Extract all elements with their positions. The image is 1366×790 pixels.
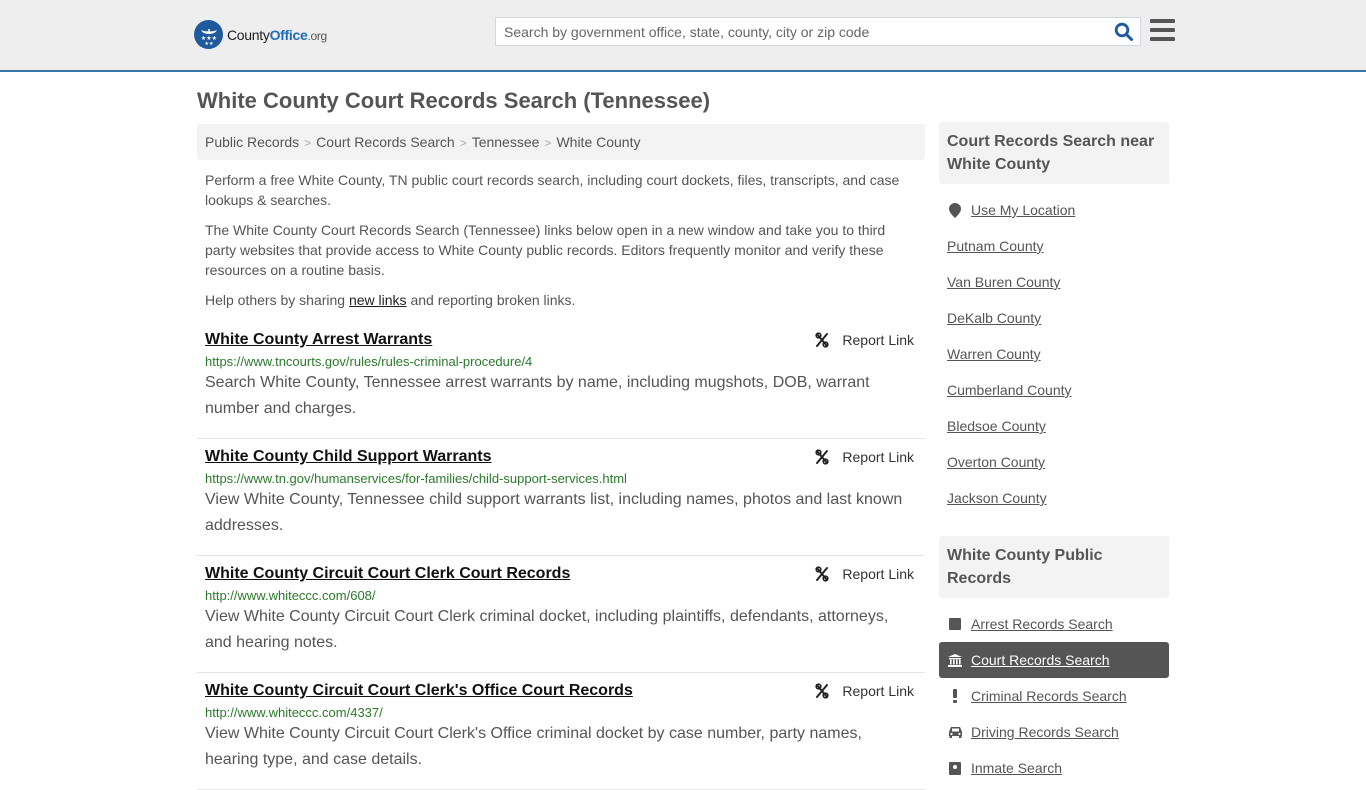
breadcrumb-separator: > <box>544 136 552 150</box>
result-item: White County Circuit Court Clerk Court R… <box>197 556 925 673</box>
nearby-county-link[interactable]: DeKalb County <box>947 310 1041 326</box>
report-link-label: Report Link <box>842 449 914 465</box>
use-my-location-item[interactable]: Use My Location <box>939 192 1169 228</box>
intro-paragraph-3: Help others by sharing new links and rep… <box>205 290 917 310</box>
result-description: View White County Circuit Court Clerk's … <box>205 725 862 768</box>
inmate-search-link[interactable]: Inmate Search <box>971 760 1062 776</box>
report-link-button[interactable]: Report Link <box>814 683 914 699</box>
broken-link-icon <box>815 449 830 465</box>
result-title-link[interactable]: White County Child Support Warrants <box>205 448 492 466</box>
exclamation-icon <box>947 689 963 703</box>
result-url: http://www.whiteccc.com/4337/ <box>205 705 383 720</box>
nearby-county-item[interactable]: Van Buren County <box>939 264 1169 300</box>
search-input[interactable] <box>496 18 1106 45</box>
courthouse-icon <box>947 653 963 667</box>
report-link-label: Report Link <box>842 332 914 348</box>
driving-records-link[interactable]: Driving Records Search <box>971 724 1119 740</box>
public-records-heading: White County Public Records <box>939 536 1169 598</box>
nearby-heading: Court Records Search near White County <box>939 122 1169 184</box>
intro-help-text: Help others by sharing <box>205 292 349 308</box>
report-link-button[interactable]: Report Link <box>814 332 914 348</box>
logo-eagle-icon: ★★★ ★★ <box>194 20 223 49</box>
public-records-item-driving[interactable]: Driving Records Search <box>939 714 1169 750</box>
use-my-location-link[interactable]: Use My Location <box>971 202 1075 218</box>
menu-bar <box>1150 19 1175 23</box>
criminal-records-link[interactable]: Criminal Records Search <box>971 688 1127 704</box>
nearby-county-item[interactable]: Jackson County <box>939 480 1169 516</box>
new-links-link[interactable]: new links <box>349 292 407 308</box>
court-records-link[interactable]: Court Records Search <box>971 652 1110 668</box>
nearby-county-link[interactable]: Overton County <box>947 454 1045 470</box>
public-records-item-arrest[interactable]: Arrest Records Search <box>939 606 1169 642</box>
nearby-county-item[interactable]: Putnam County <box>939 228 1169 264</box>
result-url: https://www.tncourts.gov/rules/rules-cri… <box>205 354 533 369</box>
result-description: View White County, Tennessee child suppo… <box>205 491 903 534</box>
breadcrumb-separator: > <box>459 136 467 150</box>
site-logo[interactable]: ★★★ ★★ CountyOffice.org <box>194 20 327 49</box>
intro-paragraph-2: The White County Court Records Search (T… <box>205 222 886 278</box>
breadcrumb: Public Records > Court Records Search > Tenn… <box>197 124 925 160</box>
intro-text: Perform a free White County, TN public c… <box>205 170 917 320</box>
result-url: https://www.tn.gov/humanservices/for-fam… <box>205 471 627 486</box>
map-marker-icon <box>947 202 963 218</box>
menu-bar <box>1150 28 1175 32</box>
nearby-county-item[interactable]: DeKalb County <box>939 300 1169 336</box>
intro-paragraph-1: Perform a free White County, TN public c… <box>205 172 900 208</box>
broken-link-icon <box>815 683 830 699</box>
breadcrumb-court-records-search[interactable]: Court Records Search <box>316 134 455 150</box>
result-title-link[interactable]: White County Arrest Warrants <box>205 331 432 349</box>
page-title: White County Court Records Search (Tenne… <box>197 88 711 113</box>
result-title-link[interactable]: White County Circuit Court Clerk Court R… <box>205 565 570 583</box>
menu-bar <box>1150 37 1175 41</box>
report-link-label: Report Link <box>842 566 914 582</box>
result-item: White County Circuit Court Clerk's Offic… <box>197 673 925 790</box>
nearby-county-item[interactable]: Cumberland County <box>939 372 1169 408</box>
result-description: Search White County, Tennessee arrest wa… <box>205 374 870 417</box>
public-records-item-inmate[interactable]: Inmate Search <box>939 750 1169 786</box>
public-records-item-criminal[interactable]: Criminal Records Search <box>939 678 1169 714</box>
nearby-county-item[interactable]: Bledsoe County <box>939 408 1169 444</box>
nearby-county-link[interactable]: Cumberland County <box>947 382 1072 398</box>
breadcrumb-tennessee[interactable]: Tennessee <box>472 134 540 150</box>
nearby-county-link[interactable]: Warren County <box>947 346 1041 362</box>
result-item: White County Arrest Warrants https://www… <box>197 322 925 439</box>
nearby-county-link[interactable]: Putnam County <box>947 238 1044 254</box>
nearby-county-link[interactable]: Bledsoe County <box>947 418 1046 434</box>
square-icon <box>947 618 963 630</box>
breadcrumb-public-records[interactable]: Public Records <box>205 134 299 150</box>
svg-text:★★: ★★ <box>204 41 213 46</box>
nearby-county-link[interactable]: Jackson County <box>947 490 1047 506</box>
result-title-link[interactable]: White County Circuit Court Clerk's Offic… <box>205 682 633 700</box>
report-link-button[interactable]: Report Link <box>814 449 914 465</box>
arrest-records-link[interactable]: Arrest Records Search <box>971 616 1113 632</box>
public-records-item-court[interactable]: Court Records Search <box>939 642 1169 678</box>
top-header: ★★★ ★★ CountyOffice.org <box>0 0 1366 72</box>
logo-text: CountyOffice.org <box>227 26 327 43</box>
report-link-label: Report Link <box>842 683 914 699</box>
nearby-county-item[interactable]: Overton County <box>939 444 1169 480</box>
broken-link-icon <box>815 566 830 582</box>
results-list: White County Arrest Warrants https://www… <box>197 322 925 790</box>
intro-help-text-end: and reporting broken links. <box>406 292 576 308</box>
nearby-county-link[interactable]: Van Buren County <box>947 274 1060 290</box>
result-description: View White County Circuit Court Clerk cr… <box>205 608 889 651</box>
nearby-county-item[interactable]: Warren County <box>939 336 1169 372</box>
result-item: White County Child Support Warrants http… <box>197 439 925 556</box>
sidebar: Court Records Search near White County U… <box>939 122 1169 786</box>
hamburger-menu-icon[interactable] <box>1150 19 1175 41</box>
report-link-button[interactable]: Report Link <box>814 566 914 582</box>
breadcrumb-separator: > <box>304 136 312 150</box>
search-icon[interactable] <box>1114 22 1134 42</box>
result-url: http://www.whiteccc.com/608/ <box>205 588 376 603</box>
inmate-icon <box>947 761 963 775</box>
nearby-list: Use My Location Putnam County Van Buren … <box>939 192 1169 516</box>
breadcrumb-white-county[interactable]: White County <box>556 134 640 150</box>
public-records-list: Arrest Records Search Court Records Sear… <box>939 606 1169 786</box>
broken-link-icon <box>815 332 830 348</box>
car-icon <box>947 726 963 738</box>
search-box <box>495 17 1141 46</box>
